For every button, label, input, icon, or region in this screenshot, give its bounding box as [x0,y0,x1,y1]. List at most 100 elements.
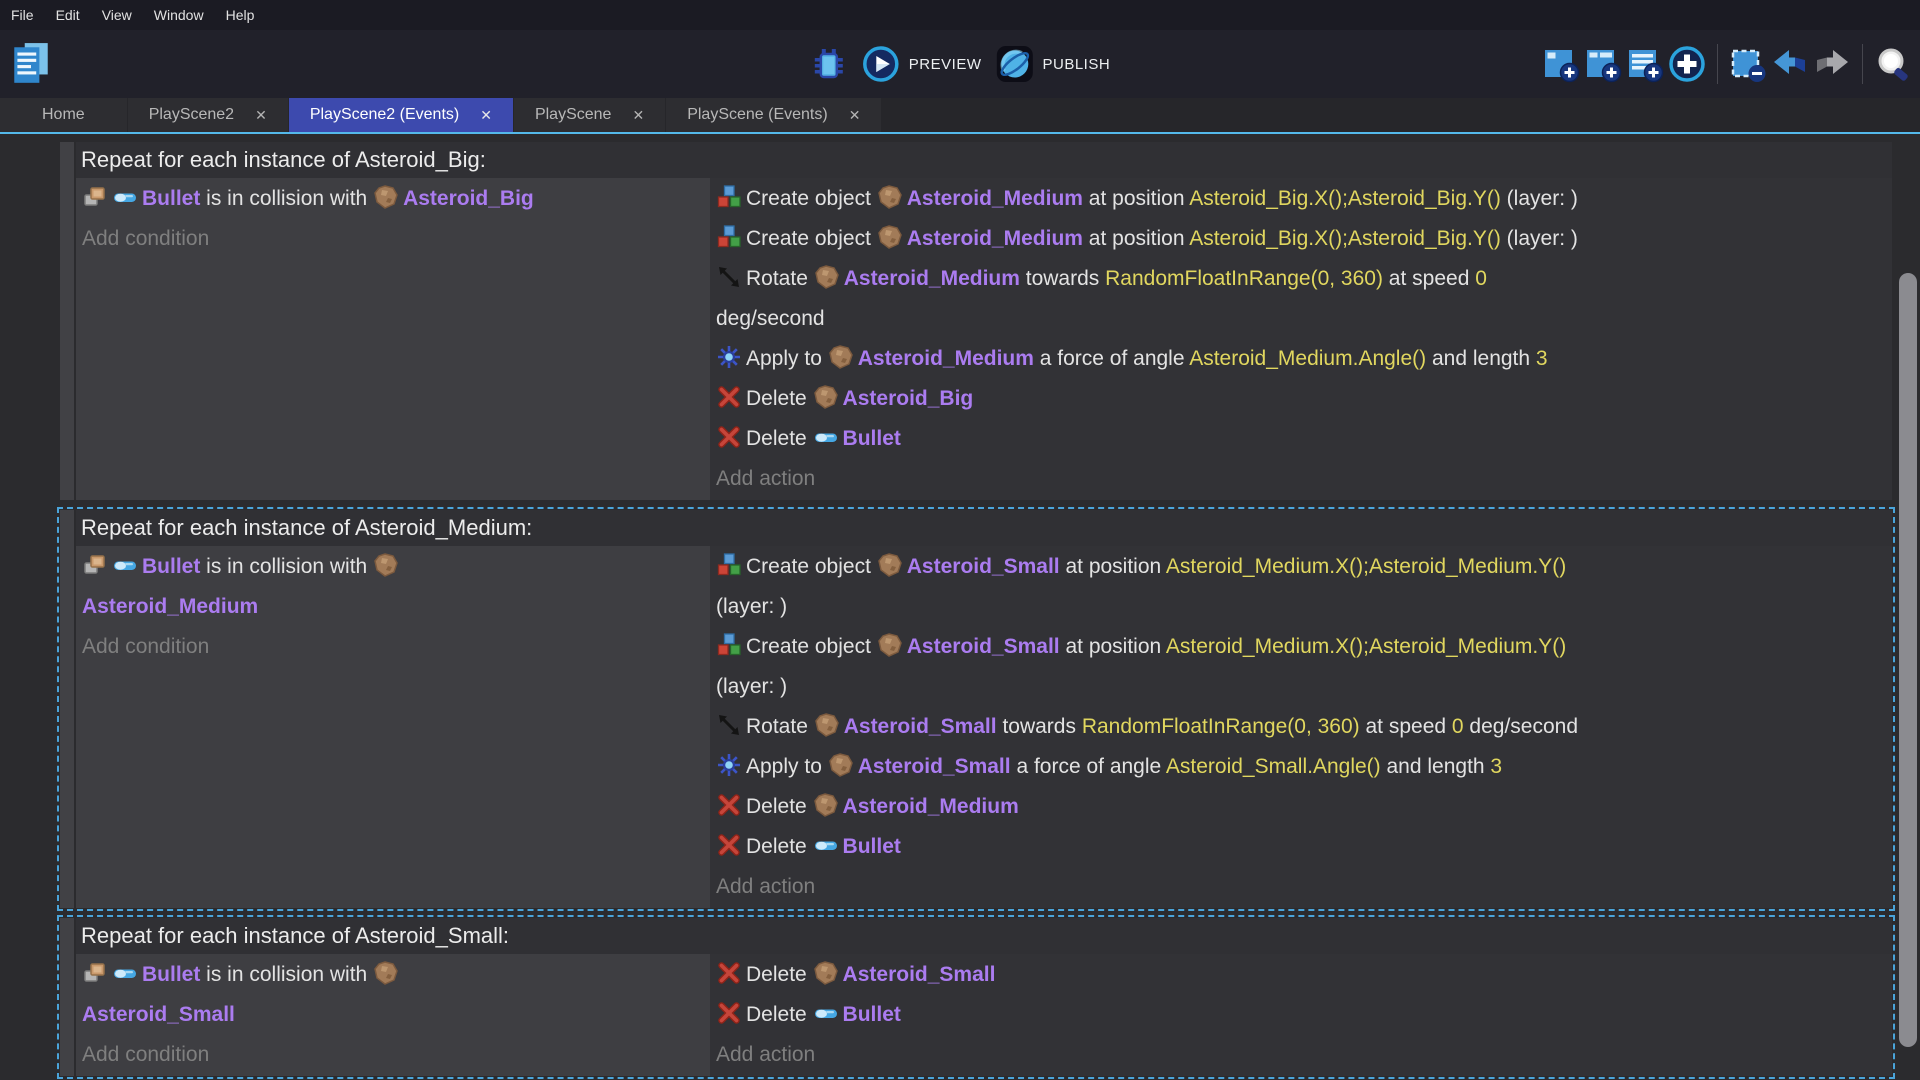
sentence-text: Apply to [746,347,828,370]
action-row[interactable]: Rotate Asteroid_Medium towards RandomFlo… [716,259,1888,339]
action-row[interactable]: Create object Asteroid_Small at position… [716,627,1888,707]
asteroid-icon [373,960,399,986]
condition-row[interactable]: Bullet is in collision with Asteroid_Med… [82,547,706,627]
preview-button[interactable]: PREVIEW [862,45,982,83]
sentence-text: at position [1083,187,1189,210]
object-name: Bullet [843,835,901,858]
asteroid-icon [814,264,840,290]
redo-icon[interactable] [1813,45,1851,83]
menu-item-file[interactable]: File [0,0,45,30]
event-drag-handle[interactable] [60,918,74,1076]
menu-item-view[interactable]: View [91,0,143,30]
sentence-text: towards [1020,267,1105,290]
tab-close-icon[interactable]: ✕ [255,107,267,124]
expression-text: 0 [1475,267,1487,290]
action-row[interactable]: Create object Asteroid_Medium at positio… [716,219,1888,259]
object-name: Asteroid_Small [858,755,1011,778]
undo-icon[interactable] [1771,45,1809,83]
sentence-text: Rotate [746,267,814,290]
asteroid-icon [813,960,839,986]
collision-icon [82,552,108,578]
action-row[interactable]: Apply to Asteroid_Medium a force of angl… [716,339,1888,379]
tab-playscene2-events[interactable]: PlayScene2 (Events)✕ [289,98,513,132]
actions-column: Create object Asteroid_Medium at positio… [710,178,1892,500]
action-row[interactable]: Create object Asteroid_Medium at positio… [716,179,1888,219]
event-header[interactable]: Repeat for each instance of Asteroid_Big… [76,142,1892,178]
add-event-icon[interactable] [1542,45,1580,83]
bullet-icon [112,960,138,986]
tab-home[interactable]: Home [0,98,127,132]
action-row[interactable]: Delete Asteroid_Small [716,955,1888,995]
expression-text: Asteroid_Medium.Angle() [1189,347,1426,370]
tab-label: PlayScene2 [149,106,234,124]
action-row[interactable]: Delete Asteroid_Big [716,379,1888,419]
event-header[interactable]: Repeat for each instance of Asteroid_Med… [76,510,1892,546]
add-new-icon[interactable] [1668,45,1706,83]
sentence-text: Create object [746,635,877,658]
menu-item-help[interactable]: Help [215,0,266,30]
menu-item-window[interactable]: Window [143,0,215,30]
sentence-text: at position [1060,635,1166,658]
tab-close-icon[interactable]: ✕ [632,107,644,124]
publish-button[interactable]: PUBLISH [995,45,1110,83]
event-drag-handle[interactable] [60,510,74,908]
tab-close-icon[interactable]: ✕ [480,107,492,124]
asteroid-icon [813,384,839,410]
collision-icon [82,184,108,210]
expression-text: 0 [1452,715,1464,738]
add-condition-button[interactable]: Add condition [82,627,706,667]
action-row[interactable]: Rotate Asteroid_Small towards RandomFloa… [716,707,1888,747]
project-manager-icon[interactable] [12,41,50,87]
object-name: Asteroid_Small [907,635,1060,658]
add-action-button[interactable]: Add action [716,867,1888,907]
tab-label: Home [42,106,85,124]
add-comment-icon[interactable] [1626,45,1664,83]
add-action-button[interactable]: Add action [716,1035,1888,1075]
sentence-text: Delete [746,963,813,986]
delete-icon [716,792,742,818]
conditions-column: Bullet is in collision with Asteroid_Big… [76,178,710,500]
object-name: Asteroid_Small [844,715,997,738]
action-row[interactable]: Apply to Asteroid_Small a force of angle… [716,747,1888,787]
asteroid-icon [877,552,903,578]
action-row[interactable]: Delete Bullet [716,419,1888,459]
tab-playscene-events[interactable]: PlayScene (Events)✕ [666,98,881,132]
event-header[interactable]: Repeat for each instance of Asteroid_Sma… [76,918,1892,954]
asteroid-icon [828,752,854,778]
sentence-text: Create object [746,227,877,250]
delete-icon [716,424,742,450]
condition-row[interactable]: Bullet is in collision with Asteroid_Sma… [82,955,706,1035]
tab-playscene[interactable]: PlayScene✕ [514,98,665,132]
tab-close-icon[interactable]: ✕ [849,107,861,124]
add-condition-button[interactable]: Add condition [82,219,706,259]
expression-text: Asteroid_Medium.X();Asteroid_Medium.Y() [1166,555,1566,578]
tab-playscene2[interactable]: PlayScene2 ✕ [128,98,288,132]
action-row[interactable]: Delete Bullet [716,995,1888,1035]
object-name: Bullet [843,1003,901,1026]
action-row[interactable]: Delete Bullet [716,827,1888,867]
menu-item-edit[interactable]: Edit [45,0,91,30]
sentence-text: (layer: ) [1501,187,1578,210]
action-row[interactable]: Create object Asteroid_Small at position… [716,547,1888,627]
object-name: Bullet [843,427,901,450]
actions-column: Create object Asteroid_Small at position… [710,546,1892,908]
sentence-text: (layer: ) [716,675,787,698]
toolbar-separator [1717,44,1718,84]
add-condition-button[interactable]: Add condition [82,1035,706,1075]
events-sheet: Repeat for each instance of Asteroid_Big… [0,134,1920,1080]
action-row[interactable]: Delete Asteroid_Medium [716,787,1888,827]
search-icon[interactable] [1874,45,1912,83]
sentence-text: deg/second [716,307,825,330]
remove-selection-icon[interactable] [1729,45,1767,83]
event-drag-handle[interactable] [60,142,74,500]
delete-icon [716,960,742,986]
add-action-button[interactable]: Add action [716,459,1888,499]
add-subevent-icon[interactable] [1584,45,1622,83]
condition-row[interactable]: Bullet is in collision with Asteroid_Big [82,179,706,219]
create-object-icon [716,632,742,658]
actions-column: Delete Asteroid_SmallDelete BulletAdd ac… [710,954,1892,1076]
scrollbar-thumb[interactable] [1899,273,1917,1047]
asteroid-icon [828,344,854,370]
object-name: Asteroid_Big [843,387,974,410]
debug-icon[interactable] [810,45,848,83]
